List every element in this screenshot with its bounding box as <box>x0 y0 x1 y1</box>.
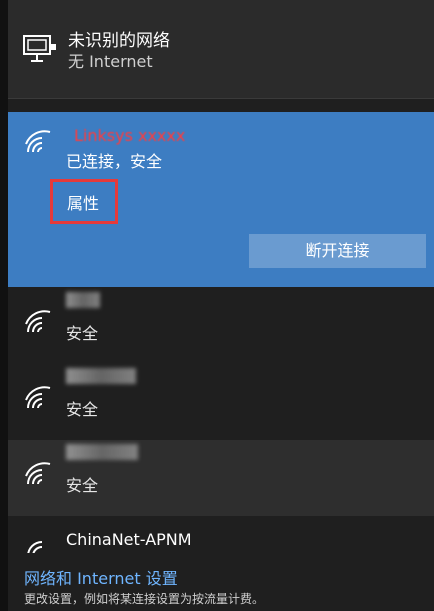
network-security: 安全 <box>66 476 99 495</box>
network-item[interactable]: 安全 <box>8 440 434 516</box>
connected-network-status: 已连接，安全 <box>66 152 163 171</box>
network-security: 安全 <box>66 324 99 343</box>
network-item[interactable]: 安全 <box>8 364 434 440</box>
wifi-signal-icon <box>25 310 51 333</box>
ethernet-monitor-icon <box>23 35 56 62</box>
network-name: ChinaNet-APNM <box>66 530 192 549</box>
network-item[interactable]: ChinaNet-APNM <box>8 516 434 557</box>
flyout-footer: 网络和 Internet 设置 更改设置，例如将某连接设置为按流量计费。 <box>8 553 434 611</box>
network-name-redacted <box>66 444 138 464</box>
network-item[interactable]: 安全 <box>8 288 434 364</box>
wifi-signal-icon <box>25 462 51 485</box>
wired-network-status: 无 Internet <box>68 52 153 71</box>
divider <box>8 98 434 99</box>
wifi-signal-icon <box>25 130 51 153</box>
network-name-redacted <box>66 292 100 312</box>
wifi-signal-icon <box>25 386 51 409</box>
disconnect-button[interactable]: 断开连接 <box>249 234 426 268</box>
wired-connection-item[interactable]: 未识别的网络 无 Internet <box>8 0 434 98</box>
panel-edge <box>0 0 8 611</box>
connected-network-name: Linksys xxxxx <box>74 126 186 145</box>
network-flyout: 未识别的网络 无 Internet Linksys xxxxx 已连接，安全 属… <box>0 0 434 611</box>
properties-link[interactable]: 属性 <box>67 190 99 214</box>
network-name-redacted <box>66 368 136 388</box>
settings-hint-text: 更改设置，例如将某连接设置为按流量计费。 <box>24 592 265 606</box>
network-settings-link[interactable]: 网络和 Internet 设置 <box>24 565 178 589</box>
network-security: 安全 <box>66 400 99 419</box>
connected-network-item[interactable]: Linksys xxxxx 已连接，安全 属性 断开连接 <box>8 112 434 287</box>
